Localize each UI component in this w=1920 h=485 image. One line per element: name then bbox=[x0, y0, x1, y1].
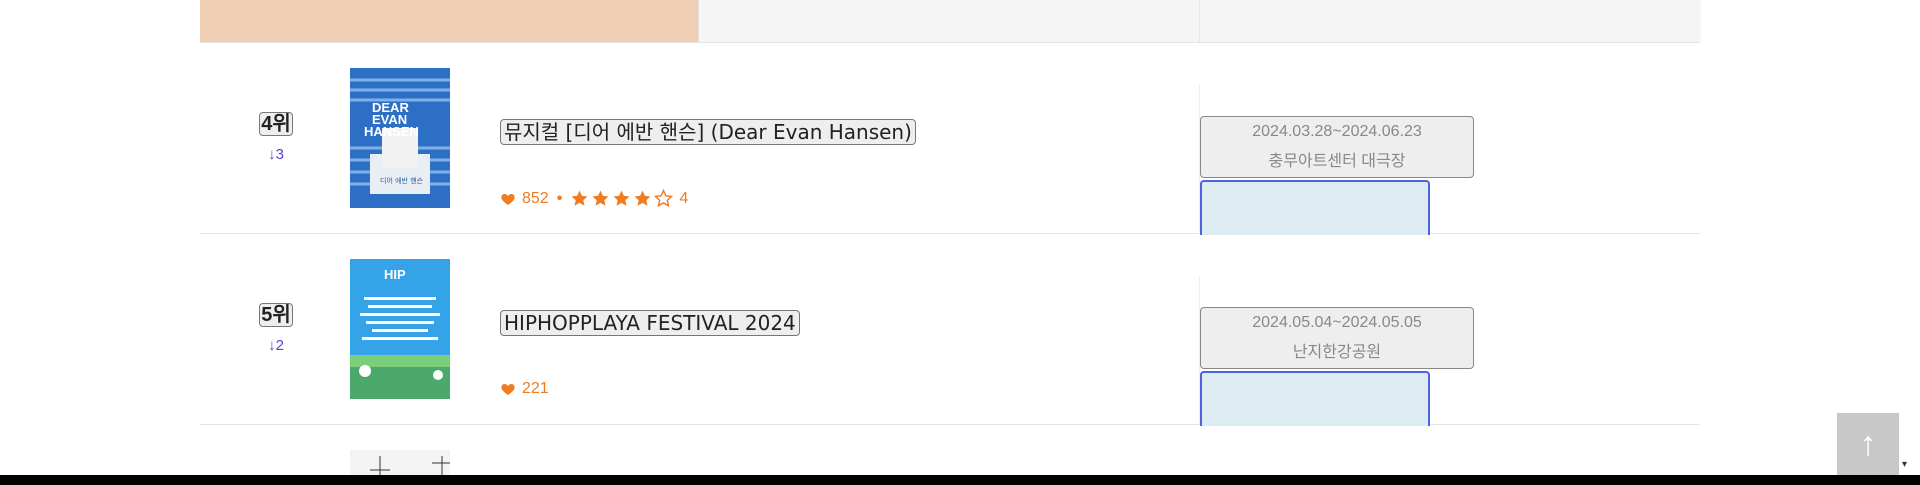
schedule-venue-box[interactable]: 2024.03.28~2024.06.23 충무아트센터 대극장 bbox=[1200, 116, 1474, 178]
poster-hiphopplaya: HIP bbox=[350, 259, 450, 399]
rank-number: 4위 bbox=[259, 112, 293, 136]
rating-value: 4 bbox=[679, 189, 689, 207]
performance-dates: 2024.05.04~2024.05.05 bbox=[1252, 314, 1422, 331]
poster-partial-graphic bbox=[350, 450, 450, 475]
star-outline-icon bbox=[654, 189, 674, 208]
star-icon bbox=[571, 190, 588, 206]
star-icon bbox=[634, 190, 651, 206]
rank-change: ↓3 bbox=[268, 146, 284, 163]
performance-title-link[interactable]: HIPHOPPLAYA FESTIVAL 2024 bbox=[500, 310, 800, 336]
svg-text:HANSEN: HANSEN bbox=[364, 124, 419, 139]
poster-image[interactable]: HIP bbox=[350, 259, 450, 399]
heart-icon bbox=[501, 193, 515, 205]
rank-cell: 5위 ↓2 bbox=[256, 303, 296, 354]
ranking-row: 5위 ↓2 HIP HIPHOPPLAYA FESTIVAL 2024 221 … bbox=[200, 234, 1700, 426]
heart-icon bbox=[501, 384, 515, 395]
booking-button[interactable] bbox=[1200, 180, 1430, 235]
rank-change: ↓2 bbox=[268, 337, 284, 354]
bottom-bar bbox=[0, 475, 1920, 485]
tab-cell[interactable] bbox=[1199, 0, 1701, 42]
performance-title-link[interactable]: 뮤지컬 [디어 에반 핸슨] (Dear Evan Hansen) bbox=[500, 119, 916, 145]
rank-number: 5위 bbox=[259, 303, 293, 327]
poster-image-partial[interactable] bbox=[350, 450, 450, 475]
svg-text:디어 에반 핸슨: 디어 에반 핸슨 bbox=[380, 176, 424, 185]
tab-strip bbox=[200, 0, 1701, 43]
like-count: 221 bbox=[522, 380, 549, 397]
star-icon bbox=[592, 190, 609, 206]
tab-cell-active[interactable] bbox=[200, 0, 698, 42]
svg-text:HIP: HIP bbox=[384, 267, 406, 282]
stats-line: 221 bbox=[500, 380, 549, 398]
star-icon bbox=[613, 190, 630, 206]
rank-cell: 4위 ↓3 bbox=[256, 112, 296, 163]
scroll-to-top-button[interactable]: ↑ bbox=[1837, 413, 1899, 475]
performance-dates: 2024.03.28~2024.06.23 bbox=[1252, 123, 1422, 140]
stats-line: 852 • 4 bbox=[500, 189, 688, 208]
performance-venue: 난지한강공원 bbox=[1292, 344, 1382, 361]
performance-venue: 충무아트센터 대극장 bbox=[1268, 153, 1406, 170]
separator-dot: • bbox=[556, 189, 563, 207]
poster-image[interactable]: DEAR EVAN HANSEN 디어 에반 핸슨 bbox=[350, 68, 450, 208]
schedule-venue-box[interactable]: 2024.05.04~2024.05.05 난지한강공원 bbox=[1200, 307, 1474, 369]
booking-button[interactable] bbox=[1200, 371, 1430, 426]
scrollbar-down-arrow[interactable]: ▾ bbox=[1902, 460, 1912, 470]
arrow-up-icon: ↑ bbox=[1859, 425, 1877, 463]
tab-cell[interactable] bbox=[698, 0, 1200, 42]
rating-stars bbox=[570, 189, 674, 208]
like-count: 852 bbox=[522, 189, 549, 207]
poster-dear-evan-hansen: DEAR EVAN HANSEN 디어 에반 핸슨 bbox=[350, 68, 450, 208]
ranking-row: 4위 ↓3 DEAR EVAN HANSEN 디어 에반 핸슨 뮤지컬 [디어 … bbox=[200, 43, 1700, 235]
